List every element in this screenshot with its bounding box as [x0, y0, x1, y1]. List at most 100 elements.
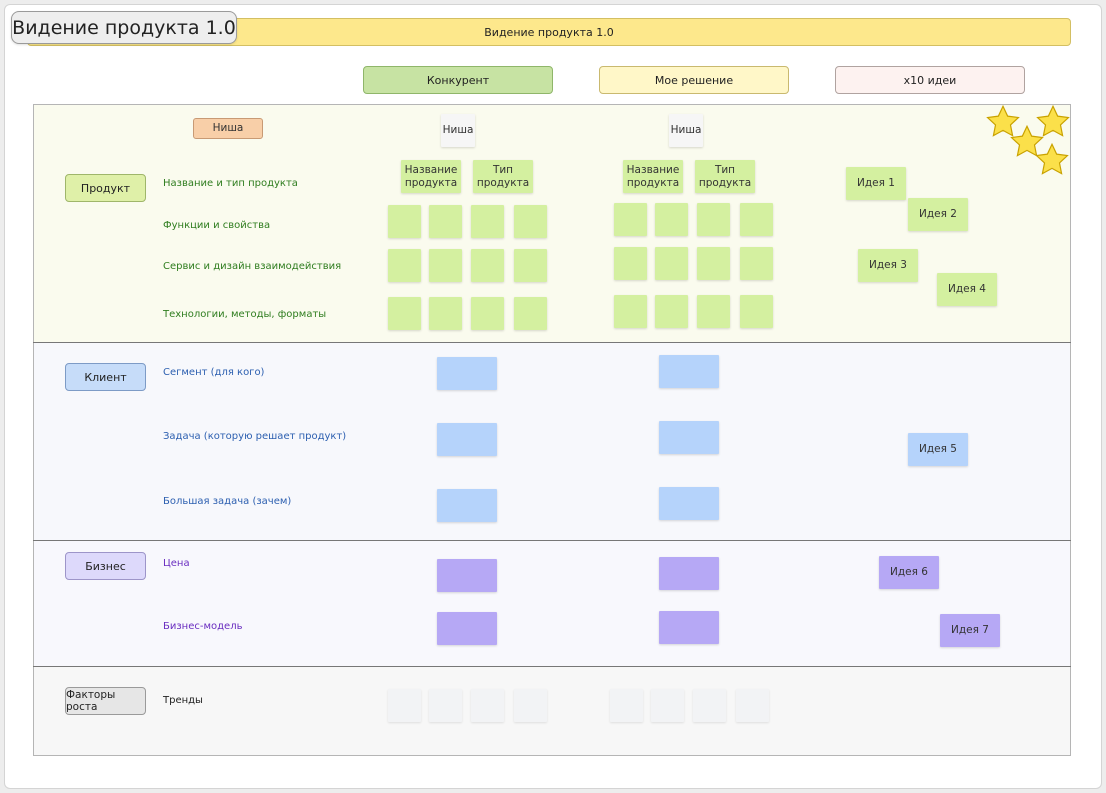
sticky-idea-3[interactable]: Идея 3: [858, 249, 918, 282]
sticky-niche-solution-text: Ниша: [670, 124, 702, 137]
sticky-idea-4-text: Идея 4: [948, 283, 986, 296]
section-label-client[interactable]: Клиент: [65, 363, 146, 391]
sticky-segment-competitor[interactable]: [437, 357, 497, 390]
sticky-tech[interactable]: [655, 295, 688, 328]
divider: [33, 540, 1071, 541]
frame-title[interactable]: Видение продукта 1.0: [11, 11, 237, 44]
sticky-tech[interactable]: [429, 297, 462, 330]
sticky-idea-1[interactable]: Идея 1: [846, 167, 906, 200]
sticky-tech[interactable]: [740, 295, 773, 328]
sticky-function[interactable]: [514, 205, 547, 238]
sticky-model-competitor[interactable]: [437, 612, 497, 645]
section-label-growth[interactable]: Факторы роста: [65, 687, 146, 715]
column-header-competitor[interactable]: Конкурент: [363, 66, 553, 94]
sticky-product-type-solution[interactable]: Тип продукта: [695, 160, 755, 193]
column-header-my-solution[interactable]: Мое решение: [599, 66, 789, 94]
row-label-price: Цена: [163, 558, 190, 569]
row-label-task: Задача (которую решает продукт): [163, 431, 347, 442]
sticky-niche-competitor-text: Ниша: [442, 124, 474, 137]
sticky-model-solution[interactable]: [659, 611, 719, 644]
sticky-text: Название продукта: [626, 164, 680, 189]
sticky-service[interactable]: [471, 249, 504, 282]
sticky-idea-7-text: Идея 7: [951, 624, 989, 637]
sticky-trend[interactable]: [651, 689, 684, 722]
sticky-service[interactable]: [740, 247, 773, 280]
row-label-model: Бизнес-модель: [163, 621, 243, 632]
sticky-trend[interactable]: [388, 689, 421, 722]
sticky-price-solution[interactable]: [659, 557, 719, 590]
sticky-tech[interactable]: [388, 297, 421, 330]
sticky-task-competitor[interactable]: [437, 423, 497, 456]
sticky-niche-competitor[interactable]: Ниша: [441, 114, 475, 147]
row-label-segment: Сегмент (для кого): [163, 367, 265, 378]
sticky-service[interactable]: [514, 249, 547, 282]
niche-tag-text: Ниша: [212, 122, 244, 135]
sticky-idea-4[interactable]: Идея 4: [937, 273, 997, 306]
sticky-idea-5[interactable]: Идея 5: [908, 433, 968, 466]
sticky-price-competitor[interactable]: [437, 559, 497, 592]
sticky-big-task-solution[interactable]: [659, 487, 719, 520]
row-label-tech: Технологии, методы, форматы: [163, 309, 327, 320]
divider: [33, 342, 1071, 343]
sticky-task-solution[interactable]: [659, 421, 719, 454]
sticky-tech[interactable]: [697, 295, 730, 328]
sticky-product-name-competitor[interactable]: Название продукта: [401, 160, 461, 193]
sticky-segment-solution[interactable]: [659, 355, 719, 388]
sticky-big-task-competitor[interactable]: [437, 489, 497, 522]
sticky-idea-6[interactable]: Идея 6: [879, 556, 939, 589]
sticky-idea-2[interactable]: Идея 2: [908, 198, 968, 231]
sticky-idea-5-text: Идея 5: [919, 443, 957, 456]
sticky-service[interactable]: [614, 247, 647, 280]
row-label-big-task: Большая задача (зачем): [163, 496, 292, 507]
column-header-my-solution-text: Мое решение: [654, 73, 734, 87]
sticky-trend[interactable]: [471, 689, 504, 722]
frame-title-text: Видение продукта 1.0: [12, 16, 236, 39]
section-label-growth-text: Факторы роста: [66, 689, 116, 713]
sticky-tech[interactable]: [514, 297, 547, 330]
sticky-trend[interactable]: [514, 689, 547, 722]
sticky-idea-7[interactable]: Идея 7: [940, 614, 1000, 647]
divider: [33, 666, 1071, 667]
column-header-x10-ideas[interactable]: x10 идеи: [835, 66, 1025, 94]
sticky-product-type-competitor[interactable]: Тип продукта: [473, 160, 533, 193]
banner-text: Видение продукта 1.0: [484, 25, 614, 39]
sticky-idea-2-text: Идея 2: [919, 208, 957, 221]
sticky-tech[interactable]: [614, 295, 647, 328]
sticky-function[interactable]: [429, 205, 462, 238]
section-label-business-text: Бизнес: [85, 559, 126, 573]
sticky-idea-3-text: Идея 3: [869, 259, 907, 272]
sticky-service[interactable]: [388, 249, 421, 282]
sticky-trend[interactable]: [693, 689, 726, 722]
sticky-idea-6-text: Идея 6: [890, 566, 928, 579]
sticky-function[interactable]: [471, 205, 504, 238]
row-label-functions: Функции и свойства: [163, 220, 271, 231]
column-header-x10-ideas-text: x10 идеи: [903, 73, 957, 87]
sticky-product-name-solution[interactable]: Название продукта: [623, 160, 683, 193]
sticky-service[interactable]: [697, 247, 730, 280]
sticky-service[interactable]: [655, 247, 688, 280]
row-label-trends: Тренды: [163, 695, 203, 706]
section-label-business[interactable]: Бизнес: [65, 552, 146, 580]
sticky-text: Тип продукта: [698, 164, 752, 189]
sticky-function[interactable]: [697, 203, 730, 236]
sticky-trend[interactable]: [610, 689, 643, 722]
sticky-function[interactable]: [388, 205, 421, 238]
sticky-text: Название продукта: [404, 164, 458, 189]
sticky-trend[interactable]: [429, 689, 462, 722]
niche-tag[interactable]: Ниша: [193, 118, 263, 139]
sticky-function[interactable]: [655, 203, 688, 236]
row-label-service: Сервис и дизайн взаимодействия: [163, 261, 342, 272]
sticky-function[interactable]: [740, 203, 773, 236]
sticky-text: Тип продукта: [476, 164, 530, 189]
sticky-function[interactable]: [614, 203, 647, 236]
section-label-product[interactable]: Продукт: [65, 174, 146, 202]
section-label-client-text: Клиент: [84, 370, 127, 384]
column-header-competitor-text: Конкурент: [426, 73, 490, 87]
section-label-product-text: Продукт: [80, 181, 131, 195]
sticky-niche-solution[interactable]: Ниша: [669, 114, 703, 147]
sticky-trend[interactable]: [736, 689, 769, 722]
sticky-idea-1-text: Идея 1: [857, 177, 895, 190]
sticky-tech[interactable]: [471, 297, 504, 330]
sticky-service[interactable]: [429, 249, 462, 282]
star-icon[interactable]: [1034, 142, 1070, 178]
